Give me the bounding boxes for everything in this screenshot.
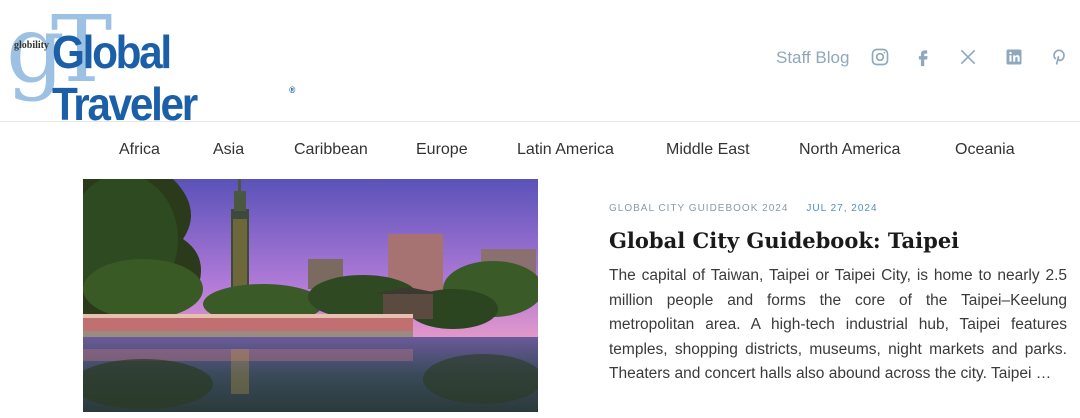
nav-item-latin-america[interactable]: Latin America [517, 141, 614, 159]
nav-item-asia[interactable]: Asia [213, 141, 244, 159]
nav-item-middle-east[interactable]: Middle East [666, 141, 750, 159]
article-title-link[interactable]: Global City Guidebook: Taipei [609, 228, 959, 253]
article-meta: GLOBAL CITY GUIDEBOOK 2024 JUL 27, 2024 [609, 203, 878, 214]
region-nav: Africa Asia Caribbean Europe Latin Ameri… [0, 123, 1080, 179]
logo-registered-mark: ® [289, 85, 295, 95]
logo-wordmark: Global Traveler ® [52, 26, 295, 130]
instagram-icon[interactable] [869, 46, 891, 68]
taipei-skyline-image [83, 179, 538, 412]
site-header: gT globility Global Traveler ® Staff Blog [0, 0, 1080, 131]
article-hero-image[interactable] [83, 179, 538, 412]
linkedin-icon[interactable] [1003, 46, 1025, 68]
pinterest-icon[interactable] [1048, 46, 1070, 68]
article-date: JUL 27, 2024 [806, 203, 878, 214]
nav-item-africa[interactable]: Africa [119, 141, 160, 159]
logo-globility-text: globility [14, 40, 50, 51]
logo-wordmark-text: Global Traveler [52, 26, 198, 130]
x-icon[interactable] [957, 46, 979, 68]
nav-item-caribbean[interactable]: Caribbean [294, 141, 368, 159]
staff-blog-link[interactable]: Staff Blog [776, 48, 849, 68]
nav-item-europe[interactable]: Europe [416, 141, 468, 159]
article-category-link[interactable]: GLOBAL CITY GUIDEBOOK 2024 [609, 203, 788, 214]
article-excerpt: The capital of Taiwan, Taipei or Taipei … [609, 267, 1067, 382]
nav-item-north-america[interactable]: North America [799, 141, 900, 159]
nav-item-oceania[interactable]: Oceania [955, 141, 1015, 159]
site-logo[interactable]: gT globility Global Traveler ® [6, 4, 306, 131]
facebook-icon[interactable] [912, 46, 934, 68]
